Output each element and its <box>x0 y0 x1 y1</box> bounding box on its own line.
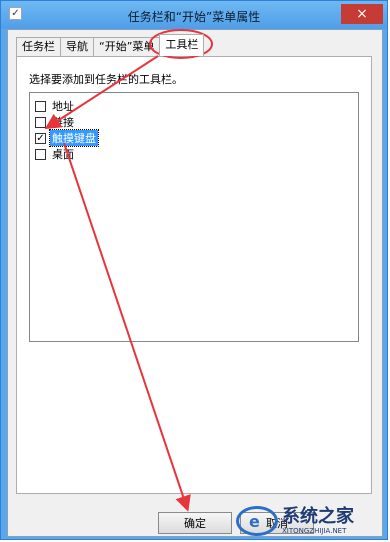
tab-toolbars[interactable]: 工具栏 <box>159 34 205 56</box>
ok-button[interactable]: 确定 <box>158 512 232 534</box>
tab-start-menu[interactable]: “开始”菜单 <box>93 37 161 56</box>
watermark-subtitle: XITONGZHIJIA.NET <box>282 526 347 535</box>
list-item-label: 链接 <box>52 116 74 129</box>
list-item-label: 桌面 <box>52 148 74 161</box>
address-checkbox[interactable] <box>35 100 46 112</box>
panel-description: 选择要添加到任务栏的工具栏。 <box>29 73 183 86</box>
site-watermark: e 系统之家 XITONGZHIJIA.NET <box>236 502 386 540</box>
list-item-label: 地址 <box>52 100 74 113</box>
list-item-touch-keyboard[interactable]: ✓ 触摸键盘 <box>35 129 99 147</box>
toolbar-list[interactable]: 地址 链接 ✓ 触摸键盘 桌面 <box>29 92 359 342</box>
dialog-window: ✓ 任务栏和“开始”菜单属性 × 任务栏 导航 “开始”菜单 工具栏 选择要添加… <box>0 0 388 540</box>
dialog-body: 任务栏 导航 “开始”菜单 工具栏 选择要添加到任务栏的工具栏。 地址 链接 ✓… <box>7 29 383 537</box>
list-item-label: 触摸键盘 <box>49 129 99 147</box>
close-button[interactable]: × <box>341 4 383 24</box>
tab-taskbar[interactable]: 任务栏 <box>16 37 61 56</box>
window-title: 任务栏和“开始”菜单属性 <box>127 10 261 24</box>
list-item-address[interactable]: 地址 <box>35 98 76 114</box>
desktop-checkbox[interactable] <box>35 148 46 160</box>
touch-keyboard-checkbox[interactable]: ✓ <box>35 132 46 144</box>
tab-strip: 任务栏 导航 “开始”菜单 工具栏 <box>16 34 205 56</box>
watermark-logo-icon: e <box>236 506 278 536</box>
links-checkbox[interactable] <box>35 116 46 128</box>
list-item-links[interactable]: 链接 <box>35 114 76 130</box>
tab-navigation[interactable]: 导航 <box>60 37 94 56</box>
title-bar[interactable]: ✓ 任务栏和“开始”菜单属性 × <box>1 1 387 29</box>
list-item-desktop[interactable]: 桌面 <box>35 146 76 162</box>
watermark-title: 系统之家 <box>282 505 354 527</box>
toolbars-panel: 选择要添加到任务栏的工具栏。 地址 链接 ✓ 触摸键盘 桌面 <box>16 56 372 494</box>
